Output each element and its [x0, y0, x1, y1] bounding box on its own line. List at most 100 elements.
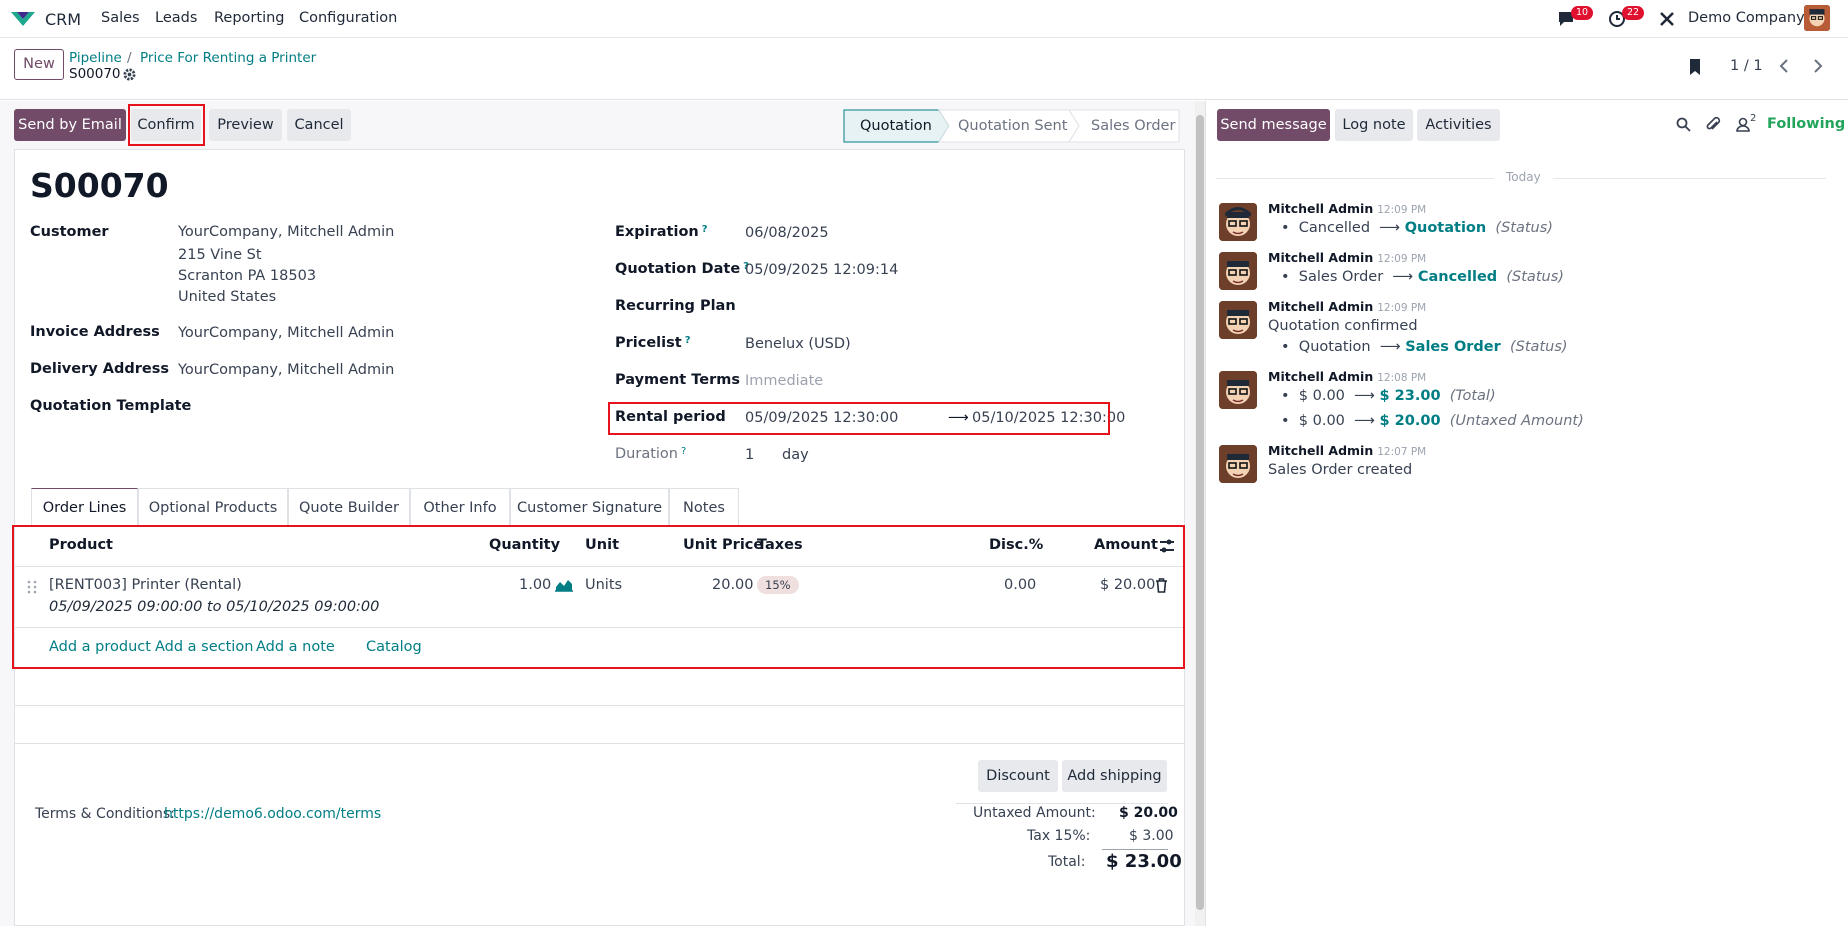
stage-quotation-sent[interactable]: Quotation Sent — [958, 110, 1067, 142]
pricelist-field[interactable]: Benelux (USD) — [745, 336, 851, 352]
menu-configuration[interactable]: Configuration — [299, 10, 397, 26]
add-shipping-button[interactable]: Add shipping — [1062, 760, 1167, 792]
line-unit-price[interactable]: 20.00 — [712, 577, 754, 593]
stage-sales-order[interactable]: Sales Order — [1091, 110, 1175, 142]
stage-quotation[interactable]: Quotation — [860, 110, 932, 142]
user-avatar[interactable] — [1804, 5, 1830, 31]
company-switcher[interactable]: Demo Company — [1688, 10, 1805, 26]
col-unit[interactable]: Unit — [585, 537, 619, 553]
form-scrollbar[interactable] — [1195, 101, 1205, 926]
paperclip-icon[interactable] — [1706, 116, 1721, 133]
col-discount[interactable]: Disc.% — [989, 537, 1043, 553]
activities-button[interactable]: Activities — [1417, 109, 1500, 141]
message-time: 12:09 PM — [1377, 302, 1427, 314]
invoice-address-field[interactable]: YourCompany, Mitchell Admin — [178, 325, 394, 341]
tab-optional-products[interactable]: Optional Products — [138, 488, 288, 526]
author-avatar[interactable] — [1219, 371, 1257, 409]
tab-order-lines[interactable]: Order Lines — [31, 488, 138, 526]
drag-handle-icon[interactable] — [27, 580, 37, 594]
line-description[interactable]: 05/09/2025 09:00:00 to 05/10/2025 09:00:… — [49, 599, 379, 615]
quotation-date-field[interactable]: 05/09/2025 12:09:14 — [745, 262, 898, 278]
tab-customer-signature[interactable]: Customer Signature — [510, 488, 669, 526]
gear-icon[interactable] — [123, 68, 136, 81]
customer-name[interactable]: YourCompany, Mitchell Admin — [178, 224, 394, 240]
menu-reporting[interactable]: Reporting — [214, 10, 285, 26]
delivery-address-field[interactable]: YourCompany, Mitchell Admin — [178, 362, 394, 378]
delete-trash-icon[interactable] — [1155, 578, 1168, 593]
rental-end-field[interactable]: 05/10/2025 12:30:00 — [972, 410, 1125, 426]
column-settings-icon[interactable] — [1159, 538, 1175, 554]
discount-button[interactable]: Discount — [978, 760, 1058, 792]
author-avatar[interactable] — [1219, 203, 1257, 241]
pager-next-icon[interactable] — [1810, 58, 1826, 74]
scrollbar-thumb[interactable] — [1196, 115, 1204, 910]
followers-icon[interactable] — [1736, 117, 1750, 132]
message-author[interactable]: Mitchell Admin 12:09 PM — [1268, 201, 1426, 216]
row-divider — [14, 627, 1185, 628]
tab-notes[interactable]: Notes — [669, 488, 739, 526]
menu-sales[interactable]: Sales — [101, 10, 140, 26]
col-quantity[interactable]: Quantity — [489, 537, 560, 553]
new-button[interactable]: New — [14, 49, 64, 80]
rental-period-label: Rental period — [615, 409, 726, 425]
line-quantity[interactable]: 1.00 — [519, 577, 551, 593]
pager-prev-icon[interactable] — [1776, 58, 1792, 74]
line-discount[interactable]: 0.00 — [1004, 577, 1036, 593]
message-author[interactable]: Mitchell Admin 12:07 PM — [1268, 443, 1426, 458]
log-note-button[interactable]: Log note — [1335, 109, 1413, 141]
forecast-chart-icon[interactable] — [555, 578, 573, 592]
author-avatar[interactable] — [1219, 252, 1257, 290]
followers-count: 2 — [1750, 113, 1757, 124]
app-name[interactable]: CRM — [45, 10, 81, 29]
col-unit-price[interactable]: Unit Price — [683, 537, 763, 553]
following-button[interactable]: Following — [1767, 116, 1845, 132]
totals-divider — [1102, 849, 1168, 850]
message-author[interactable]: Mitchell Admin 12:09 PM — [1268, 299, 1426, 314]
payment-terms-field[interactable]: Immediate — [745, 373, 823, 389]
line-product[interactable]: [RENT003] Printer (Rental) — [49, 577, 242, 593]
breadcrumb-pipeline[interactable]: Pipeline — [69, 50, 122, 66]
quotation-template-field[interactable] — [178, 398, 578, 420]
col-product[interactable]: Product — [49, 537, 113, 553]
confirm-button[interactable]: Confirm — [131, 109, 201, 141]
help-icon[interactable]: ? — [681, 446, 686, 457]
add-note-link[interactable]: Add a note — [256, 639, 335, 655]
rental-start-field[interactable]: 05/09/2025 12:30:00 — [745, 410, 898, 426]
tracking-line: • $ 0.00 ⟶ $ 23.00 (Total) — [1281, 388, 1496, 404]
send-by-email-button[interactable]: Send by Email — [14, 109, 126, 141]
menu-leads[interactable]: Leads — [155, 10, 197, 26]
tab-quote-builder[interactable]: Quote Builder — [288, 488, 410, 526]
section-divider-1 — [14, 705, 1185, 706]
line-amount: $ 20.00 — [1100, 577, 1156, 593]
tab-other-info[interactable]: Other Info — [410, 488, 510, 526]
message-author[interactable]: Mitchell Admin 12:08 PM — [1268, 369, 1426, 384]
messages-badge: 10 — [1571, 6, 1594, 20]
catalog-link[interactable]: Catalog — [366, 639, 422, 655]
add-product-link[interactable]: Add a product — [49, 639, 151, 655]
breadcrumb-opportunity[interactable]: Price For Renting a Printer — [140, 50, 316, 66]
help-icon[interactable]: ? — [685, 335, 691, 346]
col-taxes[interactable]: Taxes — [757, 537, 803, 553]
expiration-field[interactable]: 06/08/2025 — [745, 225, 829, 241]
pager-value[interactable]: 1 / 1 — [1730, 58, 1763, 74]
recurring-plan-field[interactable] — [745, 298, 1095, 320]
help-icon[interactable]: ? — [702, 224, 708, 235]
line-unit[interactable]: Units — [585, 577, 622, 593]
record-title: S00070 — [30, 166, 169, 205]
table-row[interactable] — [14, 567, 1185, 627]
terms-link[interactable]: https://demo6.odoo.com/terms — [164, 806, 381, 822]
message-author[interactable]: Mitchell Admin 12:09 PM — [1268, 250, 1426, 265]
preview-button[interactable]: Preview — [209, 109, 282, 141]
add-section-link[interactable]: Add a section — [155, 639, 253, 655]
col-amount[interactable]: Amount — [1094, 537, 1158, 553]
date-separator: Today — [1494, 170, 1553, 184]
tax-badge[interactable]: 15% — [757, 576, 799, 594]
send-message-button[interactable]: Send message — [1217, 109, 1330, 141]
crm-app-icon[interactable] — [10, 10, 36, 28]
search-icon[interactable] — [1676, 117, 1691, 132]
author-avatar[interactable] — [1219, 445, 1257, 483]
bookmark-icon[interactable] — [1687, 58, 1703, 76]
debug-tools-icon[interactable] — [1658, 10, 1676, 28]
author-avatar[interactable] — [1219, 301, 1257, 339]
cancel-button[interactable]: Cancel — [287, 109, 351, 141]
